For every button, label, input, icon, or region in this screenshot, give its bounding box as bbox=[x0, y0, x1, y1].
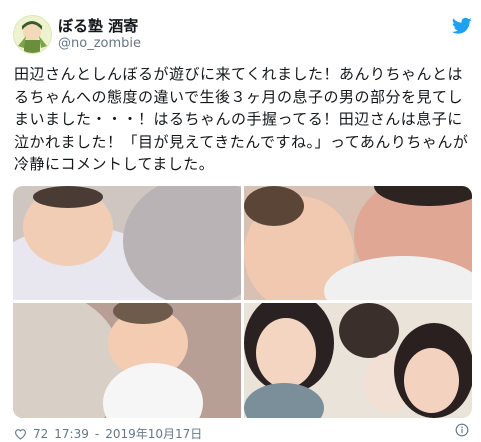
like-count[interactable]: 72 bbox=[33, 427, 48, 441]
display-name[interactable]: ぼる塾 酒寄 bbox=[58, 15, 138, 36]
photo-baby-on-shoulder[interactable] bbox=[13, 303, 241, 418]
info-icon[interactable] bbox=[455, 423, 469, 437]
media-grid[interactable] bbox=[13, 186, 472, 418]
tweet-time[interactable]: 17:39 bbox=[54, 427, 89, 441]
tweet-footer: 72 17:39 - 2019年10月17日 bbox=[14, 425, 202, 442]
photo-baby-closeup[interactable] bbox=[244, 186, 472, 300]
separator-dot: - bbox=[94, 426, 100, 441]
avatar-illustration bbox=[18, 21, 47, 53]
tweet-date[interactable]: 2019年10月17日 bbox=[105, 425, 202, 442]
heart-icon[interactable] bbox=[14, 428, 27, 440]
tweet-text: 田辺さんとしんぼるが遊びに来てくれました！あんりちゃんとはるちゃんへの態度の違い… bbox=[14, 65, 469, 173]
twitter-bird-icon[interactable] bbox=[452, 17, 472, 35]
avatar[interactable] bbox=[13, 15, 52, 54]
photo-group-selfie[interactable] bbox=[244, 303, 472, 418]
photo-baby-held[interactable] bbox=[13, 186, 241, 300]
user-handle[interactable]: @no_zombie bbox=[58, 36, 141, 51]
